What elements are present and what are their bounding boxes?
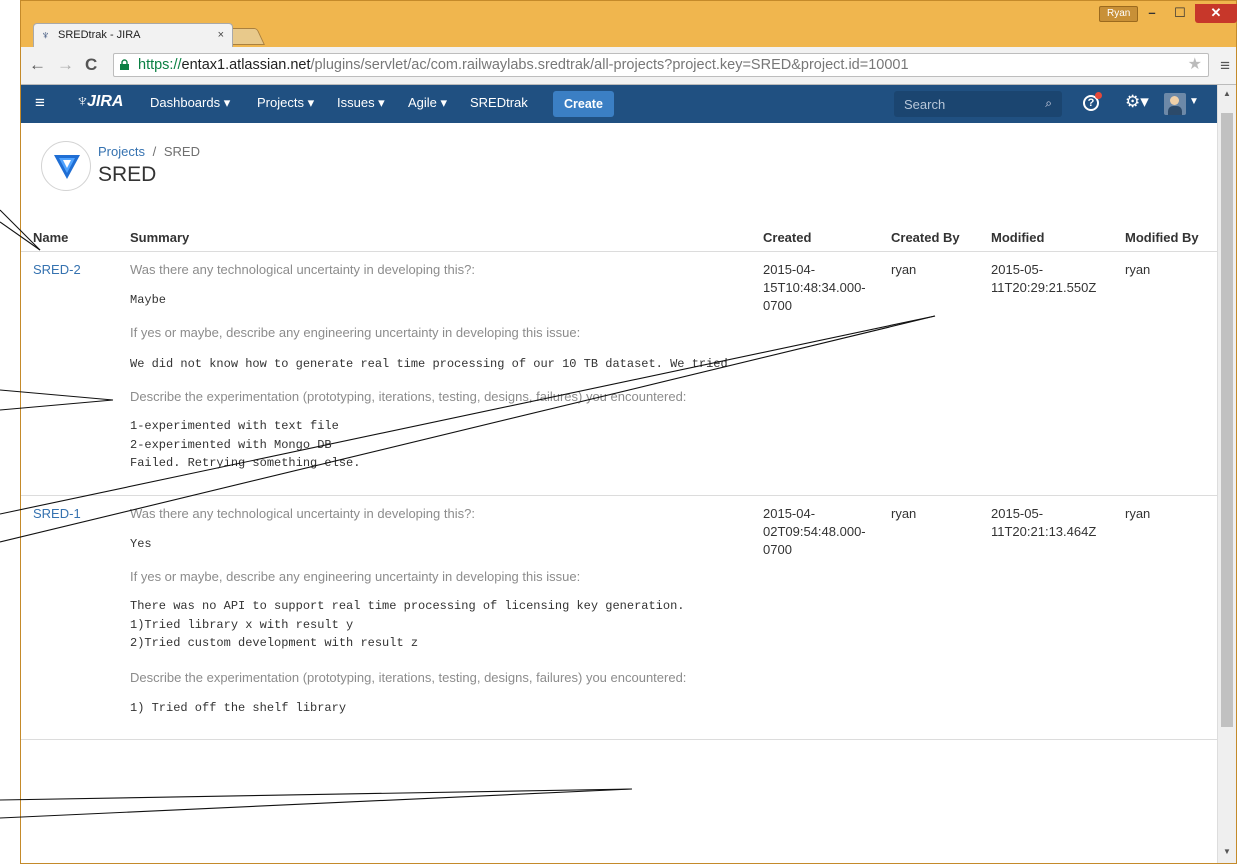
menu-icon[interactable]: ≡: [1220, 56, 1230, 76]
created-date: 2015-04- 02T09:54:48.000- 0700: [763, 506, 866, 557]
summary-answer: Maybe: [130, 293, 167, 307]
nav-issues[interactable]: Issues ▾: [337, 95, 385, 111]
url-host: entax1.atlassian.net: [181, 57, 311, 73]
nav-projects[interactable]: Projects ▾: [257, 95, 314, 111]
breadcrumb: Projects / SRED: [98, 144, 200, 159]
avatar[interactable]: [1164, 93, 1186, 115]
summary-answer: Yes: [130, 537, 152, 551]
search-icon[interactable]: ⌕: [1045, 96, 1052, 111]
summary-question: If yes or maybe, describe any engineerin…: [130, 569, 581, 584]
column-header-summary: Summary: [130, 230, 190, 245]
summary-answer: 1) Tried off the shelf library: [130, 701, 347, 715]
scroll-down-icon[interactable]: ▼: [1223, 847, 1231, 856]
issue-link[interactable]: SRED-1: [33, 505, 81, 523]
summary-answer: We did not know how to generate real tim…: [130, 357, 728, 371]
created-by: ryan: [891, 262, 917, 277]
nav-sredtrak[interactable]: SREDtrak: [470, 95, 528, 110]
search-placeholder: Search: [904, 97, 946, 112]
modified-date: 2015-05- 11T20:29:21.550Z: [991, 262, 1097, 295]
close-window-button[interactable]: ✕: [1195, 4, 1237, 23]
maximize-button[interactable]: ☐: [1167, 4, 1193, 23]
back-icon[interactable]: ←: [29, 55, 46, 75]
jira-header: ≡ ♆JIRA Dashboards ▾ Projects ▾ Issues ▾…: [21, 85, 1217, 123]
tab-close-icon[interactable]: ×: [218, 29, 224, 41]
avatar-chevron-down-icon[interactable]: ▼: [1189, 96, 1199, 107]
gear-icon[interactable]: ⚙▾: [1125, 92, 1149, 112]
modified-by: ryan: [1125, 506, 1151, 521]
browser-toolbar: ← → C https://entax1.atlassian.net/plugi…: [21, 47, 1236, 85]
notification-dot: [1095, 92, 1102, 99]
star-icon[interactable]: ★: [1188, 54, 1202, 76]
breadcrumb-projects-link[interactable]: Projects: [98, 144, 145, 159]
header-divider: [21, 251, 1217, 252]
tab-title: SREDtrak - JIRA: [58, 29, 141, 41]
create-button[interactable]: Create: [553, 91, 614, 117]
page-title: SRED: [98, 163, 157, 186]
address-bar[interactable]: https://entax1.atlassian.net/plugins/ser…: [113, 53, 1209, 77]
search-input[interactable]: Search ⌕: [894, 91, 1062, 117]
summary-question: Describe the experimentation (prototypin…: [130, 670, 687, 685]
column-header-modified: Modified: [991, 230, 1045, 245]
jira-favicon-icon: ♆: [41, 28, 50, 42]
lock-icon: [120, 59, 129, 70]
scrollbar-thumb[interactable]: [1221, 113, 1233, 727]
reload-icon[interactable]: C: [85, 55, 97, 75]
column-header-created: Created: [763, 230, 812, 245]
summary-question: Describe the experimentation (prototypin…: [130, 389, 687, 404]
breadcrumb-current: SRED: [163, 144, 200, 159]
created-date: 2015-04- 15T10:48:34.000- 0700: [763, 262, 866, 313]
forward-icon[interactable]: →: [57, 55, 74, 75]
project-logo-icon: [54, 155, 80, 179]
browser-window: ♆ SREDtrak - JIRA × Ryan – ☐ ✕ ← → C htt…: [20, 0, 1237, 864]
summary-answer: 1-experimented with text file 2-experime…: [130, 419, 361, 470]
browser-tab[interactable]: ♆ SREDtrak - JIRA ×: [33, 23, 233, 47]
jira-logo[interactable]: ♆JIRA: [75, 93, 123, 111]
nav-dashboards[interactable]: Dashboards ▾: [150, 95, 230, 111]
summary-answer: There was no API to support real time pr…: [130, 599, 685, 650]
nav-agile[interactable]: Agile ▾: [408, 95, 447, 111]
scroll-up-icon[interactable]: ▲: [1223, 89, 1231, 98]
page-viewport: ≡ ♆JIRA Dashboards ▾ Projects ▾ Issues ▾…: [21, 85, 1217, 863]
summary-question: If yes or maybe, describe any engineerin…: [130, 325, 581, 340]
project-avatar[interactable]: [41, 141, 91, 191]
issue-link[interactable]: SRED-2: [33, 261, 81, 279]
url-scheme: https://: [138, 57, 182, 73]
breadcrumb-separator: /: [152, 144, 157, 159]
url-path: /plugins/servlet/ac/com.railwaylabs.sred…: [310, 57, 909, 73]
column-header-name: Name: [33, 230, 69, 245]
row-divider: [21, 495, 1217, 496]
created-by: ryan: [891, 506, 917, 521]
hamburger-icon[interactable]: ≡: [35, 93, 45, 113]
minimize-button[interactable]: –: [1139, 4, 1165, 23]
row-divider: [21, 739, 1217, 740]
modified-date: 2015-05- 11T20:21:13.464Z: [991, 506, 1097, 539]
profile-badge[interactable]: Ryan: [1099, 6, 1139, 22]
vertical-scrollbar[interactable]: ▲ ▼: [1217, 85, 1236, 863]
column-header-created-by: Created By: [891, 230, 960, 245]
summary-question: Was there any technological uncertainty …: [130, 262, 475, 277]
column-header-modified-by: Modified By: [1125, 230, 1199, 245]
summary-question: Was there any technological uncertainty …: [130, 506, 475, 521]
modified-by: ryan: [1125, 262, 1151, 277]
